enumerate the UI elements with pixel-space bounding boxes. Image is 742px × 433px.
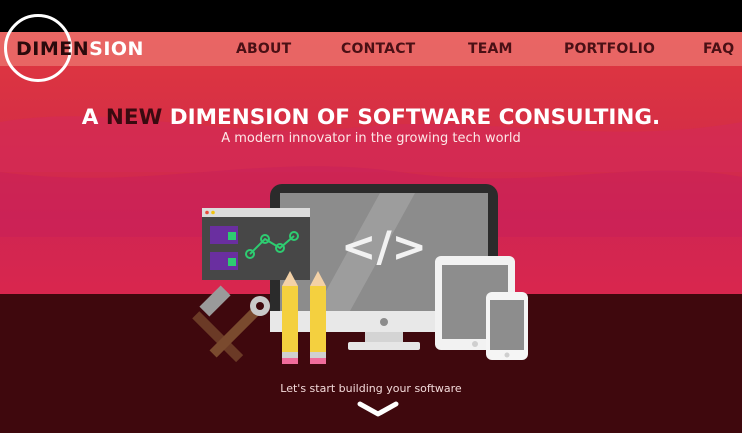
nav-team[interactable]: TEAM <box>468 40 513 58</box>
headline-part-b: DIMENSION OF SOFTWARE CONSULTING. <box>162 105 661 130</box>
chevron-down-icon[interactable] <box>356 400 400 420</box>
hero-headline: A NEW DIMENSION OF SOFTWARE CONSULTING. <box>0 104 742 132</box>
nav-about[interactable]: ABOUT <box>236 40 291 58</box>
logo-text-dark: DIMEN <box>16 38 90 60</box>
nav-faq[interactable]: FAQ <box>703 40 734 58</box>
hero-subtitle: A modern innovator in the growing tech w… <box>221 131 521 146</box>
phone <box>486 292 528 360</box>
nav-portfolio[interactable]: PORTFOLIO <box>564 40 655 58</box>
tech-illustration: </> <box>192 184 528 364</box>
cta-text: Let's start building your software <box>280 382 462 395</box>
logo-text-light: SION <box>89 38 144 60</box>
page: DIMENSION ABOUT CONTACT TEAM PORTFOLIO F… <box>0 0 742 433</box>
code-brackets-icon: </> <box>341 222 427 271</box>
headline-part-a: A <box>81 105 106 130</box>
logo[interactable]: DIMENSION <box>16 37 144 61</box>
headline-new: NEW <box>105 105 163 130</box>
tools-icon <box>192 285 270 363</box>
browser-window <box>202 208 310 280</box>
nav-contact[interactable]: CONTACT <box>341 40 415 58</box>
browser-top-strip <box>0 0 742 32</box>
